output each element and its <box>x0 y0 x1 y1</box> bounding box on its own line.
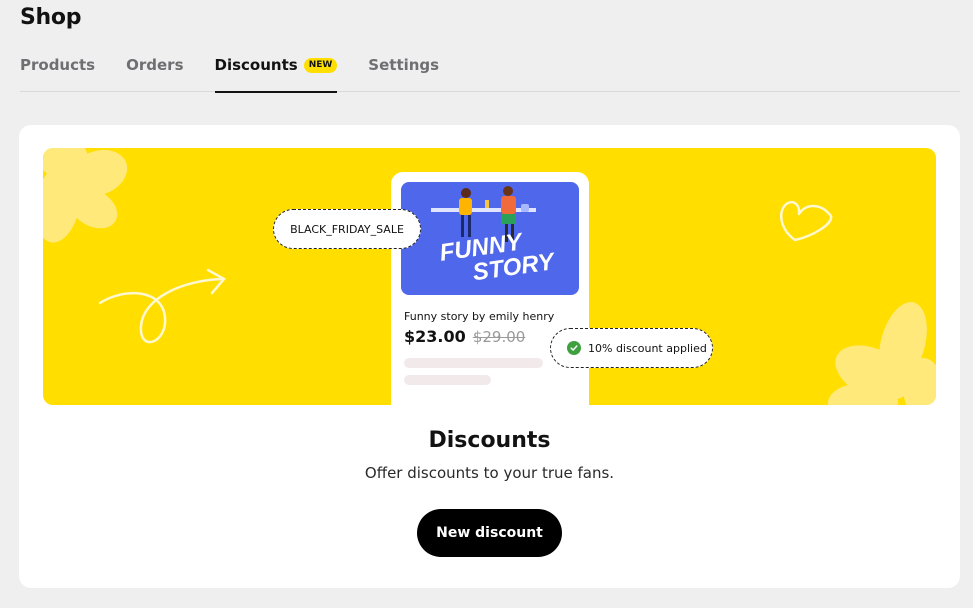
original-price: $29.00 <box>472 328 526 346</box>
empty-state-description: Offer discounts to your true fans. <box>364 464 615 482</box>
flower-decoration <box>828 302 936 405</box>
skeleton-line <box>404 358 543 368</box>
discounts-card: FUNNY STORY Funny story by emily henry $… <box>19 125 960 588</box>
tab-discounts[interactable]: Discounts NEW <box>214 54 338 93</box>
tab-settings-label: Settings <box>368 56 440 74</box>
tab-products[interactable]: Products <box>20 54 95 92</box>
discount-illustration-banner: FUNNY STORY Funny story by emily henry $… <box>43 148 936 405</box>
book-cover-image: FUNNY STORY <box>401 182 579 295</box>
product-preview-card: FUNNY STORY Funny story by emily henry $… <box>391 172 589 405</box>
new-badge: NEW <box>303 58 338 73</box>
page-title: Shop <box>20 5 82 30</box>
empty-state-title: Discounts <box>428 428 551 453</box>
arrow-doodle-icon <box>98 268 226 344</box>
product-title: Funny story by emily henry <box>404 310 555 323</box>
tab-products-label: Products <box>20 56 96 74</box>
heart-doodle-icon <box>780 201 833 242</box>
coupon-code-tag: BLACK_FRIDAY_SALE <box>273 209 421 249</box>
new-discount-button[interactable]: New discount <box>417 509 562 557</box>
tab-discounts-label: Discounts <box>214 56 298 74</box>
discount-applied-tag: 10% discount applied <box>550 328 713 368</box>
tab-orders-label: Orders <box>126 56 184 74</box>
tab-orders[interactable]: Orders <box>126 54 183 92</box>
tab-settings[interactable]: Settings <box>368 54 439 92</box>
discounted-price: $23.00 <box>404 327 466 346</box>
skeleton-line <box>404 375 491 385</box>
flower-decoration <box>43 148 128 243</box>
tab-bar: Products Orders Discounts NEW Settings <box>20 54 960 93</box>
coupon-code-text: BLACK_FRIDAY_SALE <box>290 222 404 236</box>
discount-applied-text: 10% discount applied <box>588 341 707 355</box>
check-circle-icon <box>567 341 581 355</box>
price-row: $23.00 $29.00 <box>404 327 525 346</box>
